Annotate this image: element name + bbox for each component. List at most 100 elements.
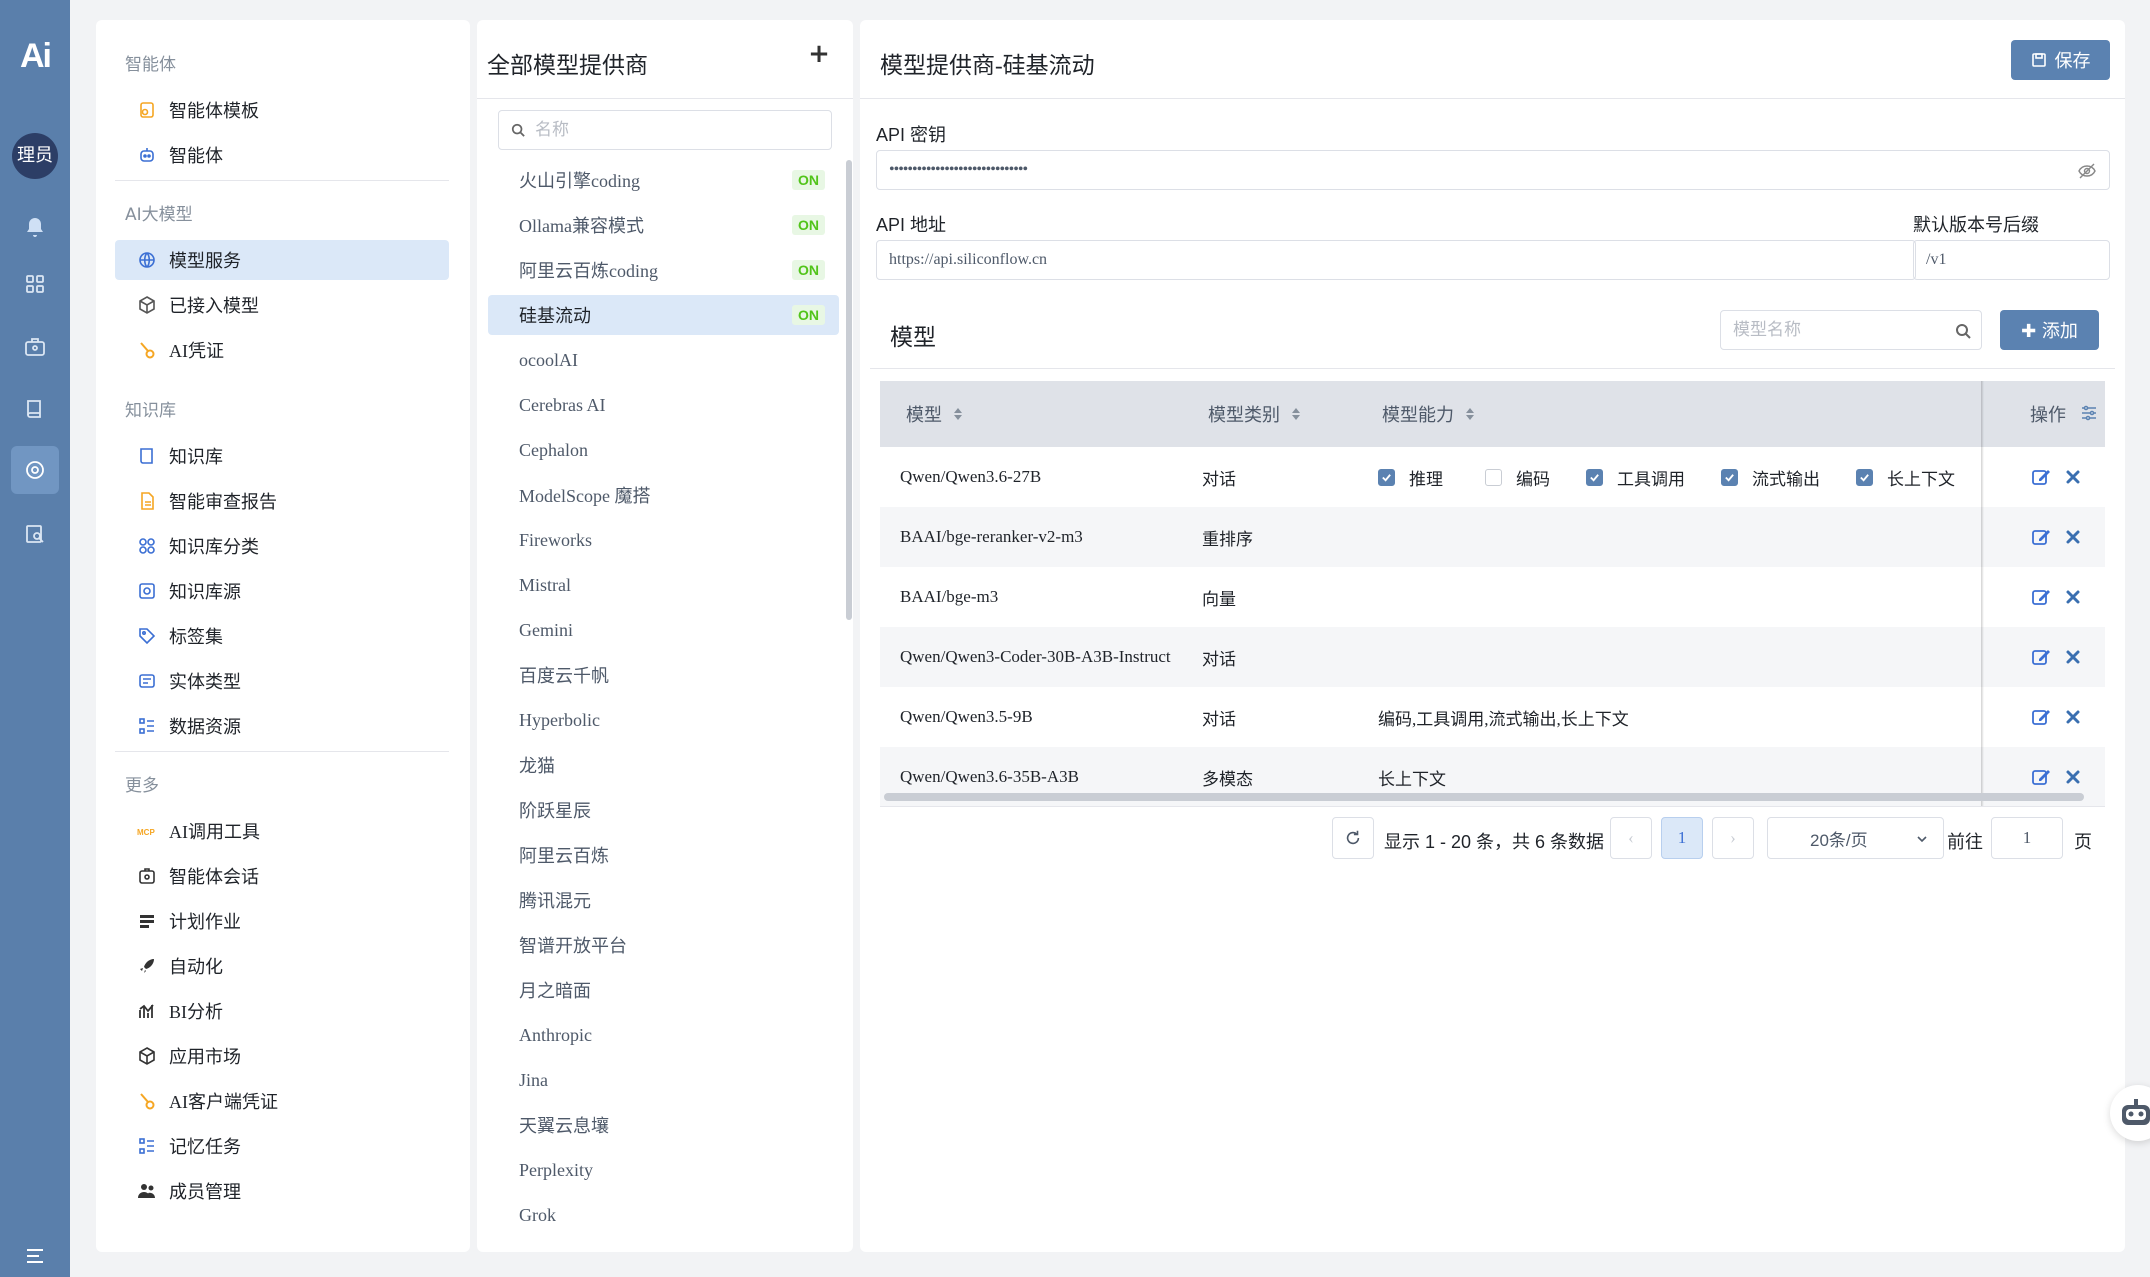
next-page-button[interactable]: › [1712,817,1754,859]
menu-item-ai-credentials[interactable]: AI凭证 [115,330,449,370]
menu-item-memory-tasks[interactable]: 记忆任务 [115,1126,449,1166]
provider-item[interactable]: Mistral [488,565,839,605]
checkbox-checked-icon[interactable] [1586,468,1603,486]
menu-item-ai-tools[interactable]: MCP AI调用工具 [115,811,449,851]
page-size-select[interactable]: 20条/页 [1767,817,1944,859]
bell-icon[interactable] [11,203,59,251]
checkbox-checked-icon[interactable] [1721,468,1738,486]
save-button[interactable]: 保存 [2011,40,2110,80]
capability-checkbox[interactable]: 推理 [1378,465,1443,490]
menu-item-members[interactable]: 成员管理 [115,1171,449,1211]
provider-item[interactable]: 龙猫 [488,745,839,785]
edit-icon[interactable] [2030,646,2052,668]
refresh-button[interactable] [1332,817,1374,859]
delete-icon[interactable] [2062,706,2084,728]
menu-item-agent-template[interactable]: 智能体模板 [115,90,449,130]
capability-checkbox[interactable]: 流式输出 [1721,465,1820,490]
menu-item-knowledge-base[interactable]: 知识库 [115,436,449,476]
edit-icon[interactable] [2030,466,2052,488]
column-capability[interactable]: 模型能力 [1382,381,1476,447]
prev-page-button[interactable]: ‹ [1610,817,1652,859]
checkbox-checked-icon[interactable] [1856,468,1873,486]
menu-item-agent[interactable]: 智能体 [115,135,449,175]
provider-item[interactable]: Ollama兼容模式 ON [488,205,839,245]
edit-icon[interactable] [2030,706,2052,728]
menu-item-client-credentials[interactable]: AI客户端凭证 [115,1081,449,1121]
delete-icon[interactable] [2062,586,2084,608]
menu-item-kb-source[interactable]: 知识库源 [115,571,449,611]
checkbox-unchecked-icon[interactable] [1485,468,1502,486]
page-1-button[interactable]: 1 [1661,817,1703,859]
add-model-button[interactable]: ✚ 添加 [2000,310,2099,350]
provider-item[interactable]: Anthropic [488,1015,839,1055]
model-search[interactable] [1720,310,1982,350]
provider-item[interactable]: 智谱开放平台 [488,925,839,965]
provider-item[interactable]: 百度云千帆 [488,655,839,695]
grid-icon[interactable] [11,260,59,308]
menu-item-app-market[interactable]: 应用市场 [115,1036,449,1076]
provider-search[interactable] [498,110,832,150]
menu-item-entity-type[interactable]: 实体类型 [115,661,449,701]
book-icon[interactable] [11,385,59,433]
provider-item[interactable]: 腾讯混元 [488,880,839,920]
provider-item[interactable]: Cephalon [488,430,839,470]
provider-item[interactable]: 月之暗面 [488,970,839,1010]
menu-item-review-report[interactable]: 智能审查报告 [115,481,449,521]
menu-item-tag-set[interactable]: 标签集 [115,616,449,656]
provider-item[interactable]: 火山引擎coding ON [488,160,839,200]
delete-icon[interactable] [2062,766,2084,788]
delete-icon[interactable] [2062,466,2084,488]
edit-icon[interactable] [2030,586,2052,608]
provider-item[interactable]: 硅基流动 ON [488,295,839,335]
menu-item-automation[interactable]: 自动化 [115,946,449,986]
delete-icon[interactable] [2062,526,2084,548]
provider-item[interactable]: Grok [488,1195,839,1235]
checkbox-checked-icon[interactable] [1378,468,1395,486]
provider-item[interactable]: Fireworks [488,520,839,560]
eye-off-icon[interactable] [2077,161,2097,181]
menu-icon[interactable] [11,1232,59,1277]
avatar[interactable]: 理员 [12,133,58,179]
briefcase-icon[interactable] [11,323,59,371]
provider-scrollbar[interactable] [846,160,852,620]
menu-item-bi-analysis[interactable]: BI分析 [115,991,449,1031]
sort-icon[interactable] [1464,406,1476,422]
menu-item-agent-session[interactable]: 智能体会话 [115,856,449,896]
capability-checkbox[interactable]: 编码 [1485,465,1550,490]
provider-item[interactable]: Gemini [488,610,839,650]
menu-item-connected-models[interactable]: 已接入模型 [115,285,449,325]
capability-checkbox[interactable]: 工具调用 [1586,465,1685,490]
provider-item[interactable]: Perplexity [488,1150,839,1190]
capability-checkbox[interactable]: 长上下文 [1856,465,1955,490]
provider-item[interactable]: ocoolAI [488,340,839,380]
search-doc-icon[interactable] [11,510,59,558]
provider-item[interactable]: 阿里云百炼coding ON [488,250,839,290]
app-logo[interactable]: Ai [12,38,58,74]
table-horizontal-scrollbar[interactable] [884,793,2084,801]
provider-item[interactable]: 阶跃星辰 [488,790,839,830]
provider-item[interactable]: 天翼云息壤 [488,1105,839,1145]
column-settings-icon[interactable] [2080,404,2098,422]
model-icon[interactable] [11,446,59,494]
version-suffix-field[interactable]: /v1 [1913,240,2110,280]
api-url-field[interactable]: https://api.siliconflow.cn [876,240,1916,280]
menu-item-scheduled-jobs[interactable]: 计划作业 [115,901,449,941]
delete-icon[interactable] [2062,646,2084,668]
edit-icon[interactable] [2030,526,2052,548]
column-type[interactable]: 模型类别 [1208,381,1302,447]
sort-icon[interactable] [952,406,964,422]
menu-item-model-service[interactable]: 模型服务 [115,240,449,280]
menu-item-kb-category[interactable]: 知识库分类 [115,526,449,566]
provider-search-input[interactable] [535,120,805,140]
provider-item[interactable]: ModelScope 魔搭 [488,475,839,515]
menu-item-data-resource[interactable]: 数据资源 [115,706,449,746]
provider-item[interactable]: 阿里云百炼 [488,835,839,875]
column-model[interactable]: 模型 [906,381,964,447]
sort-icon[interactable] [1290,406,1302,422]
api-key-field[interactable]: •••••••••••••••••••••••••••••• [876,150,2110,190]
provider-item[interactable]: Hyperbolic [488,700,839,740]
provider-item[interactable]: Cerebras AI [488,385,839,425]
edit-icon[interactable] [2030,766,2052,788]
goto-page-input[interactable]: 1 [1991,817,2063,859]
add-provider-button[interactable]: + [807,41,831,67]
